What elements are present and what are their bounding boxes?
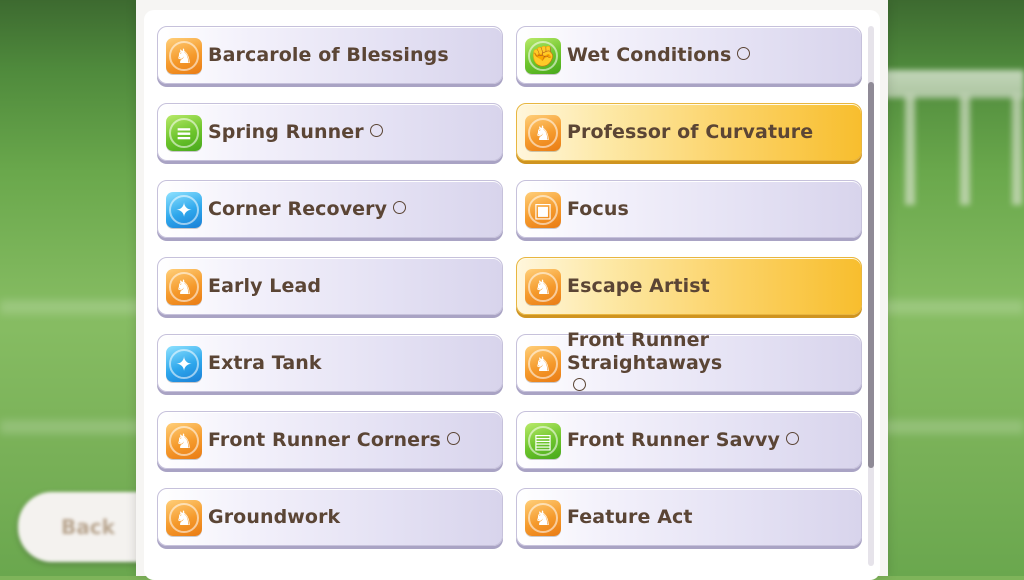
- skill-name: Professor of Curvature: [567, 121, 813, 144]
- circle-mark-icon: [785, 431, 799, 445]
- skill-button[interactable]: ✦ Corner Recovery: [157, 180, 503, 238]
- skill-name-text: Groundwork: [208, 505, 341, 528]
- skill-name: Early Lead: [208, 275, 321, 298]
- circle-mark-icon: [737, 46, 751, 60]
- skill-name-text: Corner Recovery: [208, 197, 388, 220]
- sparkle-icon: ✦: [166, 192, 202, 228]
- skill-name: Escape Artist: [567, 275, 710, 298]
- circle-mark-icon: [393, 200, 407, 214]
- running-horse-icon: ♞: [166, 500, 202, 536]
- skill-button[interactable]: ♞ Front Runner Corners: [157, 411, 503, 469]
- skill-name-text: Early Lead: [208, 274, 322, 297]
- skill-name: Front Runner Corners: [208, 429, 460, 452]
- skill-name: Focus: [567, 198, 629, 221]
- skill-grid: ♞ Barcarole of Blessings ✊ Wet Conditions ≡ S…: [157, 26, 864, 546]
- skill-name: Extra Tank: [208, 352, 322, 375]
- running-horse-icon: ♞: [525, 346, 561, 382]
- skill-button[interactable]: ♞ Escape Artist: [516, 257, 862, 315]
- skill-name-text: Barcarole of Blessings: [208, 43, 449, 66]
- circle-mark-icon: [573, 377, 586, 391]
- running-horse-icon: ♞: [166, 269, 202, 305]
- running-horse-icon: ♞: [525, 115, 561, 151]
- skill-name: Wet Conditions: [567, 43, 751, 67]
- skill-name: Corner Recovery: [208, 197, 407, 221]
- running-horse-icon: ♞: [525, 500, 561, 536]
- skill-button[interactable]: ♞ Early Lead: [157, 257, 503, 315]
- skill-button[interactable]: ✊ Wet Conditions: [516, 26, 862, 84]
- skill-name-text: Extra Tank: [208, 351, 322, 374]
- skill-name: Spring Runner: [208, 121, 383, 144]
- skill-button[interactable]: ✦ Extra Tank: [157, 334, 503, 392]
- skill-name: Feature Act: [567, 506, 693, 529]
- sparkle-icon: ✦: [166, 346, 202, 382]
- skill-button[interactable]: ♞ Professor of Curvature: [516, 103, 862, 161]
- skill-list-panel: ♞ Barcarole of Blessings ✊ Wet Conditions ≡ S…: [136, 0, 888, 580]
- notebook-icon: ▤: [525, 423, 561, 459]
- skill-button[interactable]: ▤ Front Runner Savvy: [516, 411, 862, 469]
- skill-button[interactable]: ▣ Focus: [516, 180, 862, 238]
- skill-button[interactable]: ♞ Feature Act: [516, 488, 862, 546]
- skill-name-text: Focus: [567, 197, 629, 220]
- skill-name: Front Runner Savvy: [567, 429, 799, 452]
- skill-name-text: Feature Act: [567, 505, 693, 528]
- skill-name: Barcarole of Blessings: [208, 44, 449, 67]
- skill-name: Groundwork: [208, 506, 340, 529]
- skill-name-text: Front Runner Savvy: [567, 428, 780, 451]
- skill-button[interactable]: ≡ Spring Runner: [157, 103, 503, 161]
- running-horse-icon: ♞: [166, 423, 202, 459]
- skill-button[interactable]: ♞ Groundwork: [157, 488, 503, 546]
- skill-name: Front Runner Straightaways: [567, 329, 722, 398]
- skill-name-text: Spring Runner: [208, 120, 364, 143]
- starting-gate-icon: ▣: [525, 192, 561, 228]
- muscle-arm-icon: ✊: [525, 38, 561, 74]
- circle-mark-icon: [369, 123, 383, 137]
- circle-mark-icon: [446, 431, 460, 445]
- skill-name-text: Wet Conditions: [567, 43, 732, 66]
- running-horse-icon: ♞: [525, 269, 561, 305]
- skill-name-text: Front Runner Corners: [208, 428, 441, 451]
- skill-name-text: Escape Artist: [567, 274, 710, 297]
- skill-button[interactable]: ♞ Barcarole of Blessings: [157, 26, 503, 84]
- skill-button[interactable]: ♞ Front Runner Straightaways: [516, 329, 862, 392]
- skill-name-text: Professor of Curvature: [567, 120, 814, 143]
- scrollbar-thumb[interactable]: [868, 82, 874, 468]
- skill-list-container: ♞ Barcarole of Blessings ✊ Wet Conditions ≡ S…: [144, 10, 880, 580]
- speed-lines-icon: ≡: [166, 115, 202, 151]
- running-horse-icon: ♞: [166, 38, 202, 74]
- skill-name-text: Front Runner Straightaways: [567, 328, 723, 374]
